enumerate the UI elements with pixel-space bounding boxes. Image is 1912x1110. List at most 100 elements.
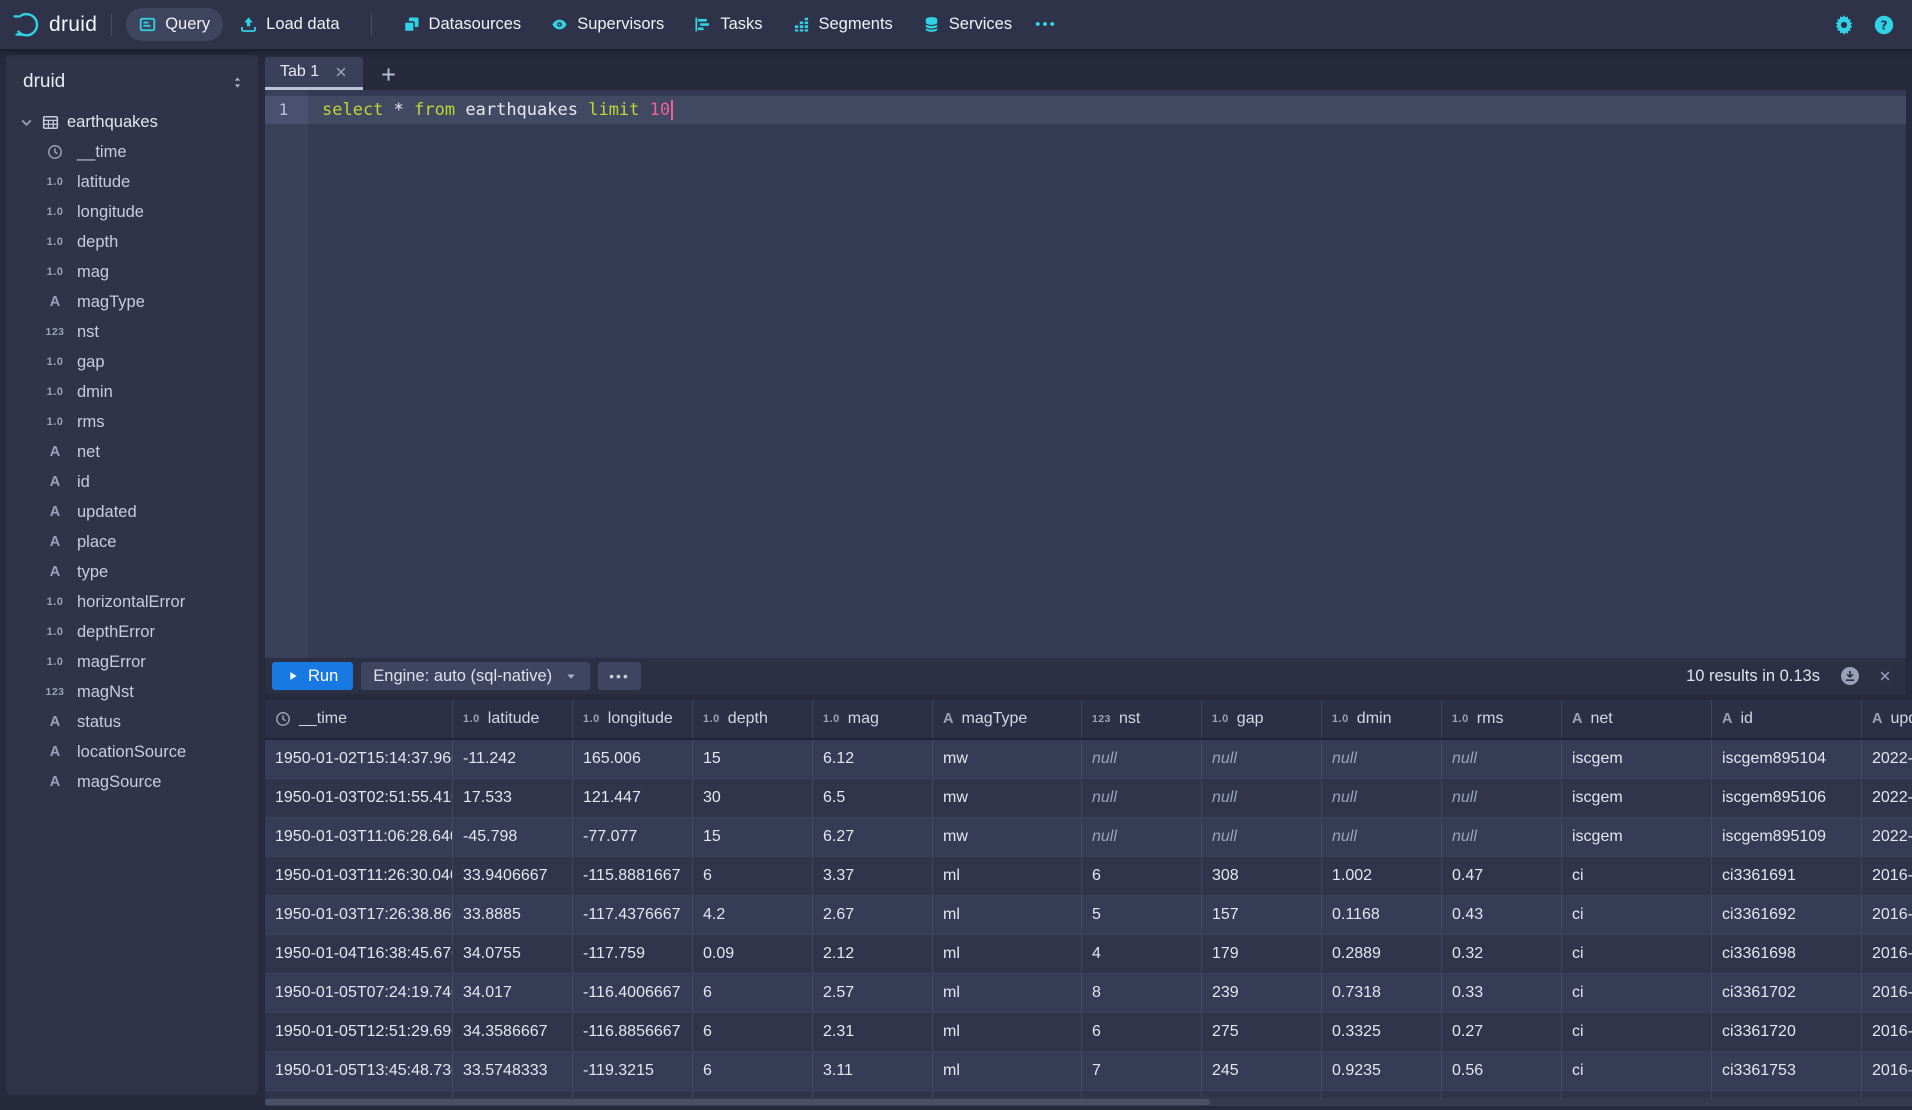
cell[interactable]: -116.4006667 [573, 974, 693, 1012]
sidebar-column-latitude[interactable]: 1.0 latitude [6, 167, 258, 197]
cell[interactable]: 2016-0 [1862, 1052, 1912, 1090]
cell[interactable]: null [1082, 779, 1202, 817]
cell[interactable]: 0.09 [693, 935, 813, 973]
column-header-dmin[interactable]: 1.0dmin [1322, 700, 1442, 738]
cell[interactable]: 2016-0 [1862, 974, 1912, 1012]
sidebar-column-type[interactable]: A type [6, 557, 258, 587]
cell[interactable]: 0.47 [1442, 857, 1562, 895]
cell[interactable]: ci3361698 [1712, 935, 1862, 973]
cell[interactable]: ci3361691 [1712, 857, 1862, 895]
cell[interactable]: null [1322, 818, 1442, 856]
cell[interactable]: 1950-01-05T13:45:48.730Z [265, 1052, 453, 1090]
cell[interactable]: ml [933, 1052, 1082, 1090]
cell[interactable]: 1950-01-05T07:24:19.740Z [265, 974, 453, 1012]
cell[interactable]: 245 [1202, 1052, 1322, 1090]
cell[interactable]: ml [933, 857, 1082, 895]
cell[interactable]: 0.3325 [1322, 1013, 1442, 1051]
cell[interactable]: 239 [1202, 974, 1322, 1012]
cell[interactable]: 34.0755 [453, 935, 573, 973]
close-tab-icon[interactable] [334, 65, 348, 79]
cell[interactable]: 6 [1082, 857, 1202, 895]
download-icon[interactable] [1840, 666, 1860, 686]
cell[interactable]: 6 [693, 1013, 813, 1051]
cell[interactable]: ci [1562, 1052, 1712, 1090]
query-more-button[interactable]: ••• [598, 662, 641, 690]
cell[interactable]: 275 [1202, 1013, 1322, 1051]
cell[interactable]: null [1082, 740, 1202, 778]
sidebar-column-locationSource[interactable]: A locationSource [6, 737, 258, 767]
cell[interactable]: iscgem [1562, 818, 1712, 856]
cell[interactable]: ml [933, 974, 1082, 1012]
sidebar-column-longitude[interactable]: 1.0 longitude [6, 197, 258, 227]
chevron-down-icon[interactable] [19, 115, 34, 130]
nav-item-query[interactable]: Query [126, 8, 223, 41]
cell[interactable]: -115.8881667 [573, 857, 693, 895]
cell[interactable]: 1.002 [1322, 857, 1442, 895]
sql-query-text[interactable]: select * from earthquakes limit 10 [322, 100, 673, 120]
column-header-id[interactable]: Aid [1712, 700, 1862, 738]
cell[interactable] [573, 1091, 693, 1098]
sidebar-column-magType[interactable]: A magType [6, 287, 258, 317]
cell[interactable]: ci3361753 [1712, 1052, 1862, 1090]
close-results-icon[interactable] [1878, 669, 1892, 683]
cell[interactable]: -11.242 [453, 740, 573, 778]
cell[interactable]: 1950-01-03T02:51:55.410Z [265, 779, 453, 817]
cell[interactable] [265, 1091, 453, 1098]
cell[interactable] [1712, 1091, 1862, 1098]
cell[interactable] [693, 1091, 813, 1098]
cell[interactable]: 1950-01-04T16:38:45.670Z [265, 935, 453, 973]
cell[interactable]: null [1442, 740, 1562, 778]
add-tab-button[interactable] [380, 66, 397, 83]
cell[interactable]: -117.759 [573, 935, 693, 973]
sidebar-column-magSource[interactable]: A magSource [6, 767, 258, 797]
sidebar-column-mag[interactable]: 1.0 mag [6, 257, 258, 287]
sidebar-column-depthError[interactable]: 1.0 depthError [6, 617, 258, 647]
cell[interactable] [813, 1091, 933, 1098]
cell[interactable]: 33.9406667 [453, 857, 573, 895]
nav-item-tasks[interactable]: Tasks [681, 8, 775, 41]
cell[interactable]: 0.33 [1442, 974, 1562, 1012]
cell[interactable]: 7 [1082, 1052, 1202, 1090]
cell[interactable]: 6 [693, 857, 813, 895]
cell[interactable] [1082, 1091, 1202, 1098]
cell[interactable]: 1950-01-05T12:51:29.690Z [265, 1013, 453, 1051]
cell[interactable]: -117.4376667 [573, 896, 693, 934]
cell[interactable]: 2016-0 [1862, 935, 1912, 973]
sidebar-column-depth[interactable]: 1.0 depth [6, 227, 258, 257]
cell[interactable] [1442, 1091, 1562, 1098]
cell[interactable]: 3.11 [813, 1052, 933, 1090]
sidebar-column-id[interactable]: A id [6, 467, 258, 497]
cell[interactable]: ci [1562, 974, 1712, 1012]
cell[interactable]: null [1322, 779, 1442, 817]
column-header-updated[interactable]: Aupdated [1862, 700, 1912, 738]
cell[interactable]: iscgem895104 [1712, 740, 1862, 778]
cell[interactable]: ml [933, 1013, 1082, 1051]
cell[interactable]: 0.43 [1442, 896, 1562, 934]
cell[interactable]: 2.57 [813, 974, 933, 1012]
horizontal-scrollbar[interactable] [265, 1098, 1912, 1106]
sidebar-column-updated[interactable]: A updated [6, 497, 258, 527]
cell[interactable]: 2022-0 [1862, 779, 1912, 817]
cell[interactable]: ci3361720 [1712, 1013, 1862, 1051]
sidebar-column-magError[interactable]: 1.0 magError [6, 647, 258, 677]
nav-item-segments[interactable]: Segments [780, 8, 906, 41]
cell[interactable]: iscgem895109 [1712, 818, 1862, 856]
cell[interactable]: 165.006 [573, 740, 693, 778]
tab-1[interactable]: Tab 1 [265, 57, 363, 90]
cell[interactable]: 1950-01-02T15:14:37.960Z [265, 740, 453, 778]
cell[interactable]: ci [1562, 857, 1712, 895]
sidebar-column-place[interactable]: A place [6, 527, 258, 557]
cell[interactable]: 17.533 [453, 779, 573, 817]
cell[interactable]: 1950-01-03T11:06:28.640Z [265, 818, 453, 856]
nav-more-button[interactable]: ••• [1025, 10, 1067, 39]
cell[interactable]: 179 [1202, 935, 1322, 973]
cell[interactable]: 0.1168 [1322, 896, 1442, 934]
cell[interactable]: 5 [1082, 896, 1202, 934]
cell[interactable]: -45.798 [453, 818, 573, 856]
sidebar-column-gap[interactable]: 1.0 gap [6, 347, 258, 377]
cell[interactable]: 6.5 [813, 779, 933, 817]
cell[interactable] [1322, 1091, 1442, 1098]
cell[interactable] [933, 1091, 1082, 1098]
sort-toggle-icon[interactable] [230, 75, 245, 90]
cell[interactable]: 2016-0 [1862, 857, 1912, 895]
